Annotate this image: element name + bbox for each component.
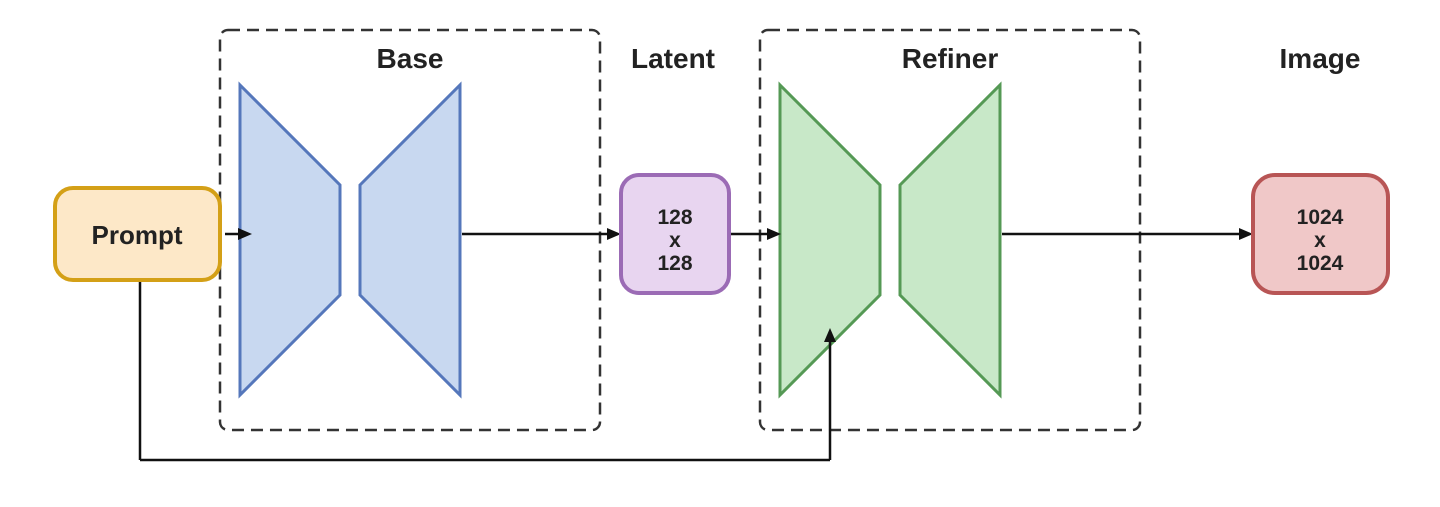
base-encoder (240, 85, 340, 395)
base-label: Base (377, 43, 444, 74)
latent-size-text: 128 (657, 206, 692, 229)
image-x-text: x (1314, 229, 1326, 252)
image-size2-text: 1024 (1297, 252, 1344, 275)
refiner-decoder (900, 85, 1000, 395)
latent-label: Latent (631, 43, 715, 74)
image-label: Image (1280, 43, 1361, 74)
latent-x-text: x (669, 229, 681, 252)
image-size-text: 1024 (1297, 206, 1344, 229)
prompt-text: Prompt (92, 220, 183, 250)
arrowhead-base-to-latent (607, 228, 621, 240)
latent-size2-text: 128 (657, 252, 692, 275)
arrowhead-refiner-to-image (1239, 228, 1253, 240)
refiner-label: Refiner (902, 43, 999, 74)
base-decoder (360, 85, 460, 395)
diagram-container: Base Refiner Latent Image (0, 0, 1440, 507)
